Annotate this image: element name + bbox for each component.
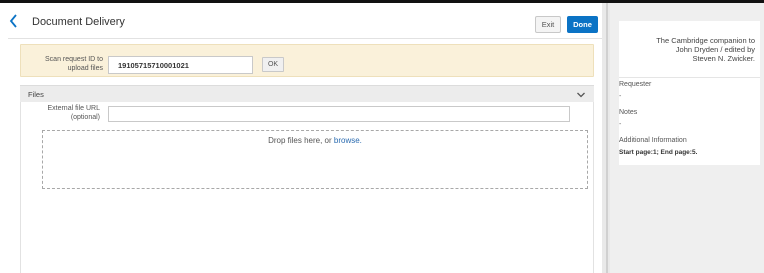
requester-value: -	[619, 93, 622, 100]
request-title-line3: Steven N. Zwicker.	[692, 54, 755, 63]
pane-splitter-line	[606, 3, 608, 273]
scan-request-label-line1: Scan request ID to	[45, 56, 103, 63]
ok-button[interactable]: OK	[262, 57, 284, 72]
external-url-input[interactable]	[108, 106, 570, 122]
external-url-label-line1: External file URL	[47, 105, 100, 112]
scan-request-label-line2: upload files	[67, 64, 103, 72]
files-section-label: Files	[28, 90, 44, 99]
notes-value: -	[619, 121, 622, 128]
scan-request-input[interactable]: 19105715710001021	[108, 56, 253, 74]
additional-info-value: Start page:1; End page:5.	[619, 149, 698, 156]
files-section-body: External file URL (optional) Drop files …	[20, 102, 594, 273]
request-title: The Cambridge companion to John Dryden /…	[625, 36, 755, 63]
request-title-line1: The Cambridge companion to	[656, 36, 755, 45]
requester-label: Requester	[619, 81, 652, 88]
file-drop-zone[interactable]: Drop files here, or browse.	[42, 130, 588, 189]
page-title: Document Delivery	[32, 16, 125, 28]
scan-request-label: Scan request ID to upload files	[33, 56, 103, 73]
document-delivery-panel: Document Delivery Exit Done Scan request…	[8, 3, 602, 273]
request-details-card: The Cambridge companion to John Dryden /…	[619, 21, 760, 165]
external-url-label-line2: (optional)	[70, 113, 100, 121]
card-divider	[619, 77, 760, 78]
notes-label: Notes	[619, 109, 638, 116]
drop-zone-text: Drop files here, or browse.	[43, 136, 587, 145]
exit-button[interactable]: Exit	[535, 16, 561, 33]
additional-info-label: Additional Information	[619, 137, 687, 144]
chevron-down-icon[interactable]	[576, 90, 586, 100]
header-divider	[8, 38, 602, 39]
browse-link[interactable]: browse.	[334, 136, 362, 145]
request-title-line2: John Dryden / edited by	[675, 45, 755, 54]
drop-zone-prompt: Drop files here, or	[268, 136, 334, 145]
files-section-header[interactable]: Files	[20, 85, 594, 102]
chevron-left-icon[interactable]	[8, 13, 20, 29]
external-url-label: External file URL (optional)	[23, 105, 100, 122]
done-button[interactable]: Done	[567, 16, 598, 33]
scan-request-section: Scan request ID to upload files 19105715…	[20, 44, 594, 77]
request-details-pane: The Cambridge companion to John Dryden /…	[610, 3, 764, 273]
